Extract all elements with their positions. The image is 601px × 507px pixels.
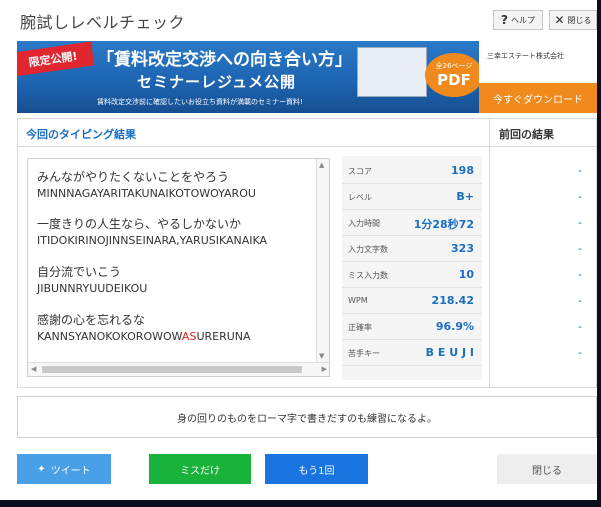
tweet-button[interactable]: ✦ ツイート	[17, 454, 111, 484]
twitter-bird-icon: ✦	[37, 463, 46, 475]
stat-row: 正確率 96.9%	[342, 314, 482, 340]
tweet-label: ツイート	[50, 465, 91, 477]
stat-value: 96.9%	[435, 320, 474, 333]
column-divider	[489, 119, 490, 387]
question-icon: ?	[501, 13, 508, 27]
previous-stat-value: -	[578, 190, 582, 203]
stat-label: 入力時間	[348, 219, 380, 228]
stat-value: B+	[456, 190, 474, 203]
company-name: 三幸エステート株式会社	[487, 52, 564, 60]
miss-only-button[interactable]: ミスだけ	[149, 454, 251, 484]
ro-mistake: AS	[181, 330, 197, 343]
close-top-button[interactable]: ✕ 閉じる	[549, 10, 597, 30]
ro-typed: KANNSYANOKOKOROWOW	[37, 330, 182, 343]
stat-value: B E U J I	[425, 346, 474, 359]
close-top-label: 閉じる	[567, 15, 592, 25]
line-ja-2: 一度きりの人生なら、やるしかないか	[37, 217, 242, 231]
previous-stat-value: -	[578, 216, 582, 229]
stat-value: 218.42	[431, 294, 474, 307]
banner-subline: 賃料改定交渉前に確認したいお役立ち資料が満載のセミナー資料!	[97, 98, 303, 106]
line-ja-1: みんながやりたくないことをやろう	[37, 170, 230, 184]
horizontal-scrollbar[interactable]: ◀ ▶	[28, 362, 329, 376]
stat-label: スコア	[348, 167, 372, 176]
stat-label: 苦手キー	[348, 349, 380, 358]
stat-label: レベル	[348, 193, 372, 202]
ro-rest: URERUNA	[196, 330, 251, 343]
stat-value: 323	[451, 242, 474, 255]
previous-stat-value: -	[578, 346, 582, 359]
stat-label: 入力文字数	[348, 245, 388, 254]
help-label: ヘルプ	[510, 15, 535, 25]
scroll-left-icon[interactable]: ◀	[31, 365, 36, 373]
ad-banner[interactable]: 限定公開! 「賃料改定交渉への向き合い方」 セミナーレジュメ公開 賃料改定交渉前…	[17, 41, 597, 113]
line-ro-4: KANNSYANOKOKOROWOWASURERUNA	[37, 330, 251, 343]
help-button[interactable]: ? ヘルプ	[493, 10, 543, 30]
stats-table: スコア 198 レベル B+ 入力時間 1分28秒72 入力文字数 323 ミス入力数 10 WPM…	[342, 156, 482, 380]
pdf-pages: 全26ページ	[435, 62, 473, 70]
line-ro-2: ITIDOKIRINOJINNSEINARA,YARUSIKANAIKA	[37, 234, 268, 247]
stat-row: レベル B+	[342, 184, 482, 210]
stat-row: WPM 218.42	[342, 288, 482, 314]
scroll-right-icon[interactable]: ▶	[322, 365, 327, 373]
scroll-up-icon[interactable]: ▲	[319, 161, 324, 169]
title-bar: 腕試しレベルチェック ? ヘルプ ✕ 閉じる	[0, 0, 601, 38]
stat-row: ミス入力数 10	[342, 262, 482, 288]
stat-label: ミス入力数	[348, 271, 388, 280]
scroll-down-icon[interactable]: ▼	[319, 352, 324, 360]
stat-label: WPM	[348, 296, 368, 305]
current-results-heading: 今回のタイピング結果	[26, 128, 136, 141]
banner-right-panel: 三幸エステート株式会社 今すぐダウンロード	[479, 41, 597, 113]
stat-row: 苦手キー B E U J I	[342, 340, 482, 366]
previous-results-heading: 前回の結果	[499, 128, 554, 141]
close-button[interactable]: 閉じる	[497, 454, 597, 484]
line-ro-3: JIBUNNRYUUDEIKOU	[37, 282, 148, 295]
previous-stat-value: -	[578, 164, 582, 177]
stat-value: 198	[451, 164, 474, 177]
typed-text-box[interactable]: みんながやりたくないことをやろう MINNNAGAYARITAKUNAIKOTO…	[27, 158, 330, 377]
stat-value: 1分28秒72	[413, 218, 474, 231]
document-thumbnails-image	[357, 47, 427, 97]
banner-headline-2: セミナーレジュメ公開	[137, 73, 296, 91]
banner-headline: 「賃料改定交渉への向き合い方」	[97, 50, 352, 70]
pdf-badge: 全26ページ PDF	[425, 53, 483, 97]
stat-row: スコア 198	[342, 158, 482, 184]
pdf-label: PDF	[437, 71, 471, 89]
tip-message: 身の回りのものをローマ字で書きだすのも練習になるよ。	[17, 396, 597, 438]
line-ro-1: MINNNAGAYARITAKUNAIKOTOWOYAROU	[37, 187, 256, 200]
dialog-title: 腕試しレベルチェック	[20, 13, 186, 32]
line-ja-3: 自分流でいこう	[37, 265, 122, 279]
results-header: 今回のタイピング結果 前回の結果	[18, 119, 596, 147]
stat-row: 入力文字数 323	[342, 236, 482, 262]
horizontal-scroll-thumb[interactable]	[42, 366, 302, 373]
stat-row: 入力時間 1分28秒72	[342, 210, 482, 236]
vertical-scrollbar[interactable]: ▲ ▼	[316, 159, 329, 362]
stat-value: 10	[458, 268, 474, 281]
line-ja-4: 感謝の心を忘れるな	[37, 313, 146, 327]
results-dialog: 腕試しレベルチェック ? ヘルプ ✕ 閉じる 限定公開! 「賃料改定交渉への向き…	[0, 0, 601, 500]
previous-stat-value: -	[578, 268, 582, 281]
download-button[interactable]: 今すぐダウンロード	[479, 83, 597, 113]
stat-label: 正確率	[348, 323, 372, 332]
retry-button[interactable]: もう1回	[265, 454, 368, 484]
previous-stat-value: -	[578, 320, 582, 333]
previous-stat-value: -	[578, 294, 582, 307]
previous-stat-value: -	[578, 242, 582, 255]
results-panel: 今回のタイピング結果 前回の結果 みんながやりたくないことをやろう MINNNA…	[17, 118, 597, 388]
close-icon: ✕	[554, 13, 565, 27]
